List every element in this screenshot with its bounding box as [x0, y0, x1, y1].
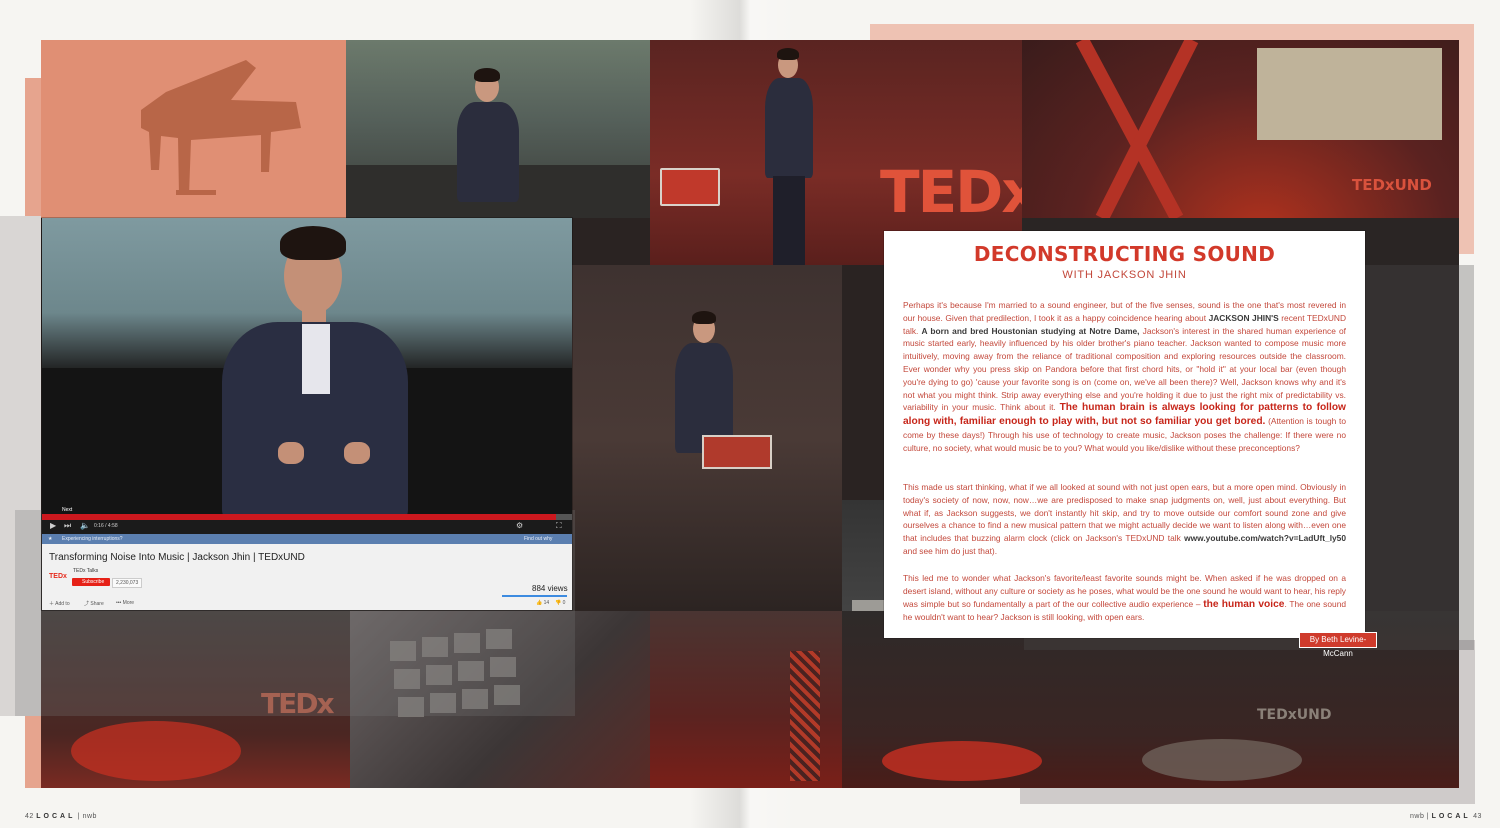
share-icon: ⤴	[84, 601, 90, 607]
video-time: 0:16 / 4:58	[94, 523, 118, 529]
youtube-link[interactable]: www.youtube.com/watch?v=LadUft_ly50	[1184, 533, 1346, 543]
tedx-und-logo: TEDxUND	[1257, 707, 1332, 723]
speaker-figure	[441, 58, 541, 218]
video-title: Transforming Noise Into Music | Jackson …	[49, 552, 305, 563]
piano-tile	[41, 40, 346, 218]
notification-bar: ★ Experiencing interruptions? Find out w…	[42, 534, 572, 544]
speaker-tile-1	[346, 40, 650, 218]
piano-silhouette-icon	[141, 60, 301, 195]
subscriber-count: 2,230,073	[112, 578, 143, 588]
stage-truss-tile: TEDxUND	[1022, 40, 1459, 218]
play-icon[interactable]: ▶	[50, 521, 56, 530]
views-bar	[502, 595, 567, 597]
view-count: 884 views	[532, 584, 568, 593]
notification-link[interactable]: Find out why	[524, 536, 552, 542]
lightbulb-screen	[1257, 48, 1442, 140]
speaker-figure	[202, 222, 442, 514]
tedx-channel-logo: TEDx	[49, 573, 67, 580]
like-button[interactable]: 👍 14	[536, 600, 549, 606]
article-panel: DECONSTRUCTING SOUND WITH JACKSON JHIN P…	[884, 231, 1365, 638]
article-paragraph-1: Perhaps it's because I'm married to a so…	[903, 300, 1347, 453]
video-info: Transforming Noise Into Music | Jackson …	[42, 544, 572, 610]
volume-icon[interactable]: 🔈	[80, 521, 90, 530]
plus-icon: ＋	[49, 601, 55, 607]
sampler-device	[702, 435, 772, 469]
article-subtitle: WITH JACKSON JHIN	[1062, 269, 1187, 281]
next-icon[interactable]: ⏭	[64, 521, 71, 531]
article-paragraph-3: This led me to wonder what Jackson's fav…	[903, 573, 1347, 623]
video-player[interactable]: Next ▶ ⏭ 🔈 0:16 / 4:58 ⚙ ⛶ ★ Experiencin…	[42, 218, 572, 610]
ellipsis-icon: •••	[116, 600, 122, 606]
article-paragraph-2: This made us start thinking, what if we …	[903, 482, 1346, 556]
thumbs-up-icon: 👍	[536, 600, 543, 606]
settings-gear-icon[interactable]: ⚙	[516, 521, 523, 530]
article-title: DECONSTRUCTING SOUND	[973, 242, 1276, 266]
subject-name: JACKSON JHIN'S	[1208, 312, 1279, 323]
byline: By Beth Levine-McCann	[1299, 632, 1377, 658]
video-controls: ▶ ⏭ 🔈 0:16 / 4:58 ⚙ ⛶	[42, 520, 572, 534]
more-button[interactable]: ••• More	[116, 600, 134, 606]
subscribe-label: Subscribe	[82, 579, 105, 585]
thumbs-down-icon: 👎	[555, 600, 562, 606]
channel-name[interactable]: TEDx Talks	[73, 568, 98, 574]
video-tooltip: Next	[62, 507, 73, 513]
star-icon: ★	[48, 536, 53, 542]
ted-logo-big: TEDx	[880, 158, 1022, 226]
add-to-button[interactable]: ＋ Add to	[49, 600, 70, 607]
dislike-button[interactable]: 👎 0	[555, 600, 565, 606]
share-button[interactable]: ⤴ Share	[84, 600, 104, 607]
folio-right: nwb | LOCAL 43	[1410, 813, 1482, 820]
video-frame[interactable]: Next	[42, 218, 572, 514]
subscribe-button[interactable]: Subscribe	[72, 578, 110, 586]
notification-text: Experiencing interruptions?	[62, 536, 123, 542]
folio-left: 42 LOCAL | nwb	[25, 813, 97, 820]
fullscreen-icon[interactable]: ⛶	[556, 521, 562, 531]
tedx-und-logo: TEDxUND	[1352, 176, 1432, 194]
sampler-device	[660, 168, 720, 206]
speaker-tile-3	[572, 265, 842, 611]
red-stage-tile	[650, 611, 842, 788]
